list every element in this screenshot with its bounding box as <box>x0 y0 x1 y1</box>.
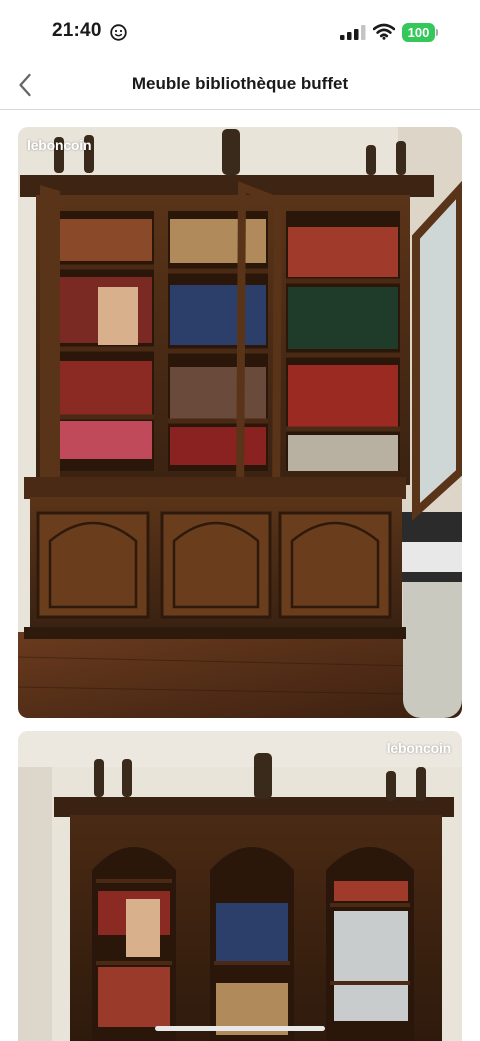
back-button[interactable] <box>8 66 42 104</box>
battery-icon: 100 <box>402 23 438 42</box>
focus-smiley-icon <box>110 24 127 41</box>
wifi-icon <box>373 23 395 40</box>
leboncoin-watermark: leboncoin <box>386 740 452 756</box>
chevron-left-icon <box>19 73 31 97</box>
leboncoin-watermark: leboncoin <box>27 137 92 153</box>
bookcase-buffet-image <box>18 127 462 718</box>
listing-photo-2[interactable]: leboncoin <box>18 731 462 1041</box>
status-bar: 21:40 100 <box>0 0 480 62</box>
cellular-signal-icon <box>340 25 366 40</box>
listing-photo-1[interactable]: leboncoin <box>18 127 462 718</box>
bookcase-closed-image <box>18 731 462 1041</box>
battery-cap <box>436 29 438 36</box>
home-indicator[interactable] <box>155 1026 325 1031</box>
navigation-bar: Meuble bibliothèque buffet <box>0 62 480 110</box>
page-title: Meuble bibliothèque buffet <box>131 74 349 93</box>
status-time: 21:40 <box>52 20 102 41</box>
battery-level: 100 <box>402 23 435 42</box>
